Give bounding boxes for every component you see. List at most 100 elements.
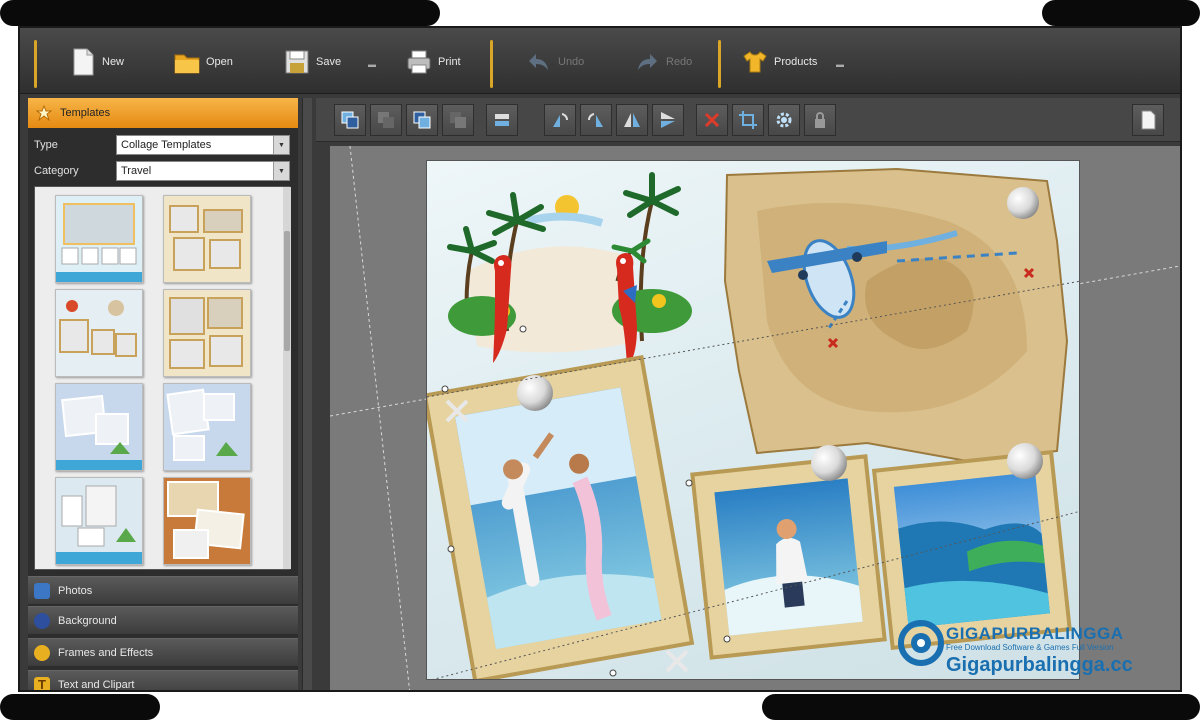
type-row: Type Collage Templates ▼ — [28, 134, 298, 156]
template-thumbnail[interactable] — [163, 195, 251, 283]
save-label: Save — [316, 56, 342, 68]
template-preview-image — [164, 290, 250, 376]
crop-icon — [739, 111, 757, 129]
template-thumbnail[interactable] — [163, 289, 251, 377]
align-icon — [495, 114, 509, 126]
accordion-frames[interactable]: Frames and Effects — [28, 638, 298, 666]
new-document-icon — [73, 48, 94, 76]
bottom-left-bezel — [0, 694, 160, 720]
align-button[interactable] — [486, 104, 518, 136]
left-panel: Templates Type Collage Templates ▼ Categ… — [28, 98, 298, 691]
layer-backward-icon — [413, 111, 431, 129]
flip-horizontal-icon — [624, 113, 640, 127]
products-label: Products — [774, 56, 818, 68]
gigapurbalingga-logo-icon — [898, 620, 944, 666]
undo-arrow-icon — [529, 54, 548, 70]
accordion-background[interactable]: Background — [28, 606, 298, 634]
products-button[interactable]: Products — [742, 40, 817, 84]
template-preview-image — [164, 196, 250, 282]
watermark-tagline: Free Download Software & Games Full Vers… — [946, 643, 1114, 652]
chevron-down-icon[interactable]: ▼ — [273, 136, 289, 154]
redo-label: Redo — [666, 56, 693, 68]
flip-horizontal-button[interactable] — [616, 104, 648, 136]
delete-button[interactable] — [696, 104, 728, 136]
open-label: Open — [206, 56, 233, 68]
page-button[interactable] — [1132, 104, 1164, 136]
template-thumbnail[interactable] — [55, 289, 143, 377]
screenshot-frame: New Open Save ▬ Print Undo Redo Products… — [0, 0, 1200, 720]
bring-to-front-button[interactable] — [334, 104, 366, 136]
text-clipart-icon: T — [34, 676, 50, 690]
tshirt-icon — [743, 51, 767, 73]
redo-button[interactable]: Redo — [634, 40, 692, 84]
type-select[interactable]: Collage Templates ▼ — [116, 135, 290, 155]
accordion-text[interactable]: T Text and Clipart — [28, 670, 298, 691]
rotate-left-button[interactable] — [544, 104, 576, 136]
category-select[interactable]: Travel ▼ — [116, 161, 290, 181]
template-preview-image — [56, 478, 142, 564]
template-thumbnail[interactable] — [55, 383, 143, 471]
collage-page[interactable] — [426, 160, 1080, 680]
chevron-down-icon[interactable]: ▼ — [273, 162, 289, 180]
app-window: New Open Save ▬ Print Undo Redo Products… — [18, 26, 1182, 692]
template-thumbnail[interactable] — [55, 477, 143, 565]
paint-bucket-icon — [34, 612, 50, 629]
folder-icon — [174, 54, 200, 74]
watermark-brand: GIGAPURBALINGGA — [946, 624, 1124, 643]
accordion-photos[interactable]: Photos — [28, 576, 298, 604]
new-label: New — [102, 56, 125, 68]
redo-arrow-icon — [638, 54, 657, 70]
toolbar-separator — [34, 40, 37, 88]
products-dropdown-icon[interactable]: ▬ — [836, 60, 844, 69]
bring-forward-button[interactable] — [370, 104, 402, 136]
undo-button[interactable]: Undo — [526, 40, 584, 84]
panel-splitter[interactable] — [302, 98, 312, 690]
settings-button[interactable] — [768, 104, 800, 136]
category-label: Category — [34, 165, 79, 177]
template-thumbnail[interactable] — [163, 477, 251, 565]
template-thumbnail[interactable] — [163, 383, 251, 471]
printer-icon — [407, 50, 431, 74]
flip-vertical-button[interactable] — [652, 104, 684, 136]
print-button[interactable]: Print — [406, 40, 461, 84]
flip-vertical-icon — [661, 112, 675, 128]
templates-header-label: Templates — [60, 107, 111, 119]
travel-collage-artwork — [427, 167, 1079, 679]
undo-label: Undo — [558, 56, 585, 68]
send-backward-button[interactable] — [406, 104, 438, 136]
template-gallery — [34, 186, 291, 570]
save-button[interactable]: Save — [284, 40, 341, 84]
template-preview-image — [56, 384, 142, 470]
photos-icon — [34, 582, 50, 599]
new-button[interactable]: New — [70, 40, 124, 84]
template-preview-image — [56, 196, 142, 282]
lock-icon — [815, 112, 825, 128]
gallery-scrollbar[interactable] — [283, 187, 291, 569]
design-canvas-area[interactable] — [330, 146, 1180, 690]
toolbar-separator — [718, 40, 721, 88]
layer-forward-icon — [378, 112, 394, 128]
toolbar-separator — [490, 40, 493, 88]
category-row: Category Travel ▼ — [28, 160, 298, 182]
templates-panel-header[interactable]: Templates — [28, 98, 298, 128]
type-label: Type — [34, 139, 58, 151]
template-preview-image — [56, 290, 142, 376]
main-toolbar: New Open Save ▬ Print Undo Redo Products… — [20, 28, 1180, 94]
send-to-back-button[interactable] — [442, 104, 474, 136]
watermark: GIGAPURBALINGGA Free Download Software &… — [898, 620, 1168, 682]
text-label: Text and Clipart — [58, 678, 135, 691]
watermark-url: Gigapurbalingga.cc — [946, 654, 1133, 676]
rotate-right-button[interactable] — [580, 104, 612, 136]
lock-button[interactable] — [804, 104, 836, 136]
open-button[interactable]: Open — [174, 40, 233, 84]
crop-button[interactable] — [732, 104, 764, 136]
type-value: Collage Templates — [121, 139, 212, 151]
template-thumbnail[interactable] — [55, 195, 143, 283]
delete-x-icon — [704, 112, 720, 128]
layer-front-icon — [341, 111, 359, 129]
top-right-bezel — [1042, 0, 1200, 26]
save-disk-icon — [285, 50, 309, 74]
save-dropdown-icon[interactable]: ▬ — [368, 60, 376, 69]
template-preview-image — [164, 384, 250, 470]
scrollbar-thumb[interactable] — [284, 231, 290, 351]
